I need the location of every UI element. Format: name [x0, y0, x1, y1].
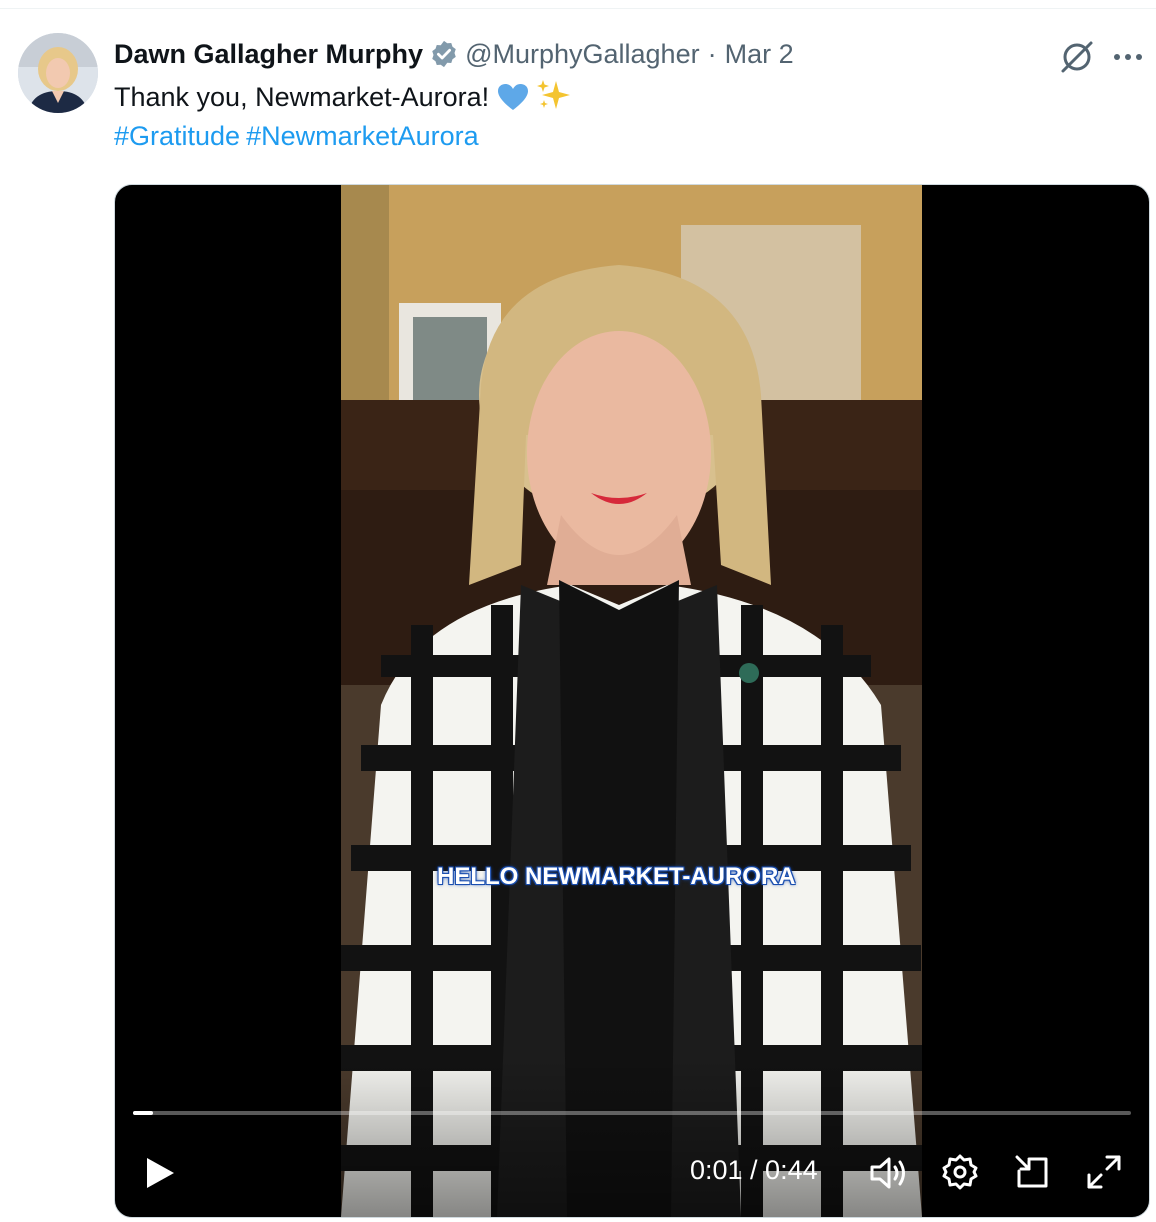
tweet-header: Dawn Gallagher Murphy @MurphyGallagher ·… [114, 34, 794, 74]
hashtag-link[interactable]: #NewmarketAurora [246, 121, 479, 151]
tweet-text: Thank you, Newmarket-Aurora! #Gratitude #… [114, 78, 572, 156]
volume-icon[interactable] [869, 1155, 909, 1191]
tweet-actions-top [1058, 36, 1148, 76]
video-caption: HELLO NEWMARKET-AURORA [437, 863, 796, 890]
play-icon[interactable] [143, 1155, 177, 1191]
avatar[interactable] [18, 33, 98, 113]
grok-icon[interactable] [1058, 38, 1096, 76]
verified-badge-icon [432, 40, 456, 68]
blue-heart-emoji [497, 84, 528, 110]
fullscreen-icon[interactable] [1085, 1153, 1123, 1191]
controls-overlay [115, 1057, 1149, 1217]
tweet-date[interactable]: Mar 2 [725, 39, 794, 70]
tweet-body-line: Thank you, Newmarket-Aurora! [114, 78, 572, 117]
settings-icon[interactable] [941, 1153, 979, 1191]
hashtags: #Gratitude #NewmarketAurora [114, 117, 572, 156]
video-player[interactable]: HELLO NEWMARKET-AURORA 0:01 / 0:44 [114, 184, 1150, 1218]
more-icon[interactable] [1110, 40, 1146, 74]
author-name[interactable]: Dawn Gallagher Murphy [114, 39, 423, 70]
author-handle[interactable]: @MurphyGallagher [465, 39, 700, 70]
separator-dot: · [707, 38, 717, 69]
pip-icon[interactable] [1013, 1153, 1051, 1191]
top-divider [0, 8, 1156, 9]
sparkles-emoji [537, 80, 571, 109]
tweet-body: Thank you, Newmarket-Aurora! [114, 82, 490, 112]
progress-fill [133, 1111, 153, 1115]
time-display: 0:01 / 0:44 [690, 1155, 818, 1185]
avatar-photo [18, 33, 98, 113]
hashtag-link[interactable]: #Gratitude [114, 121, 240, 151]
progress-bar[interactable] [133, 1111, 1131, 1115]
